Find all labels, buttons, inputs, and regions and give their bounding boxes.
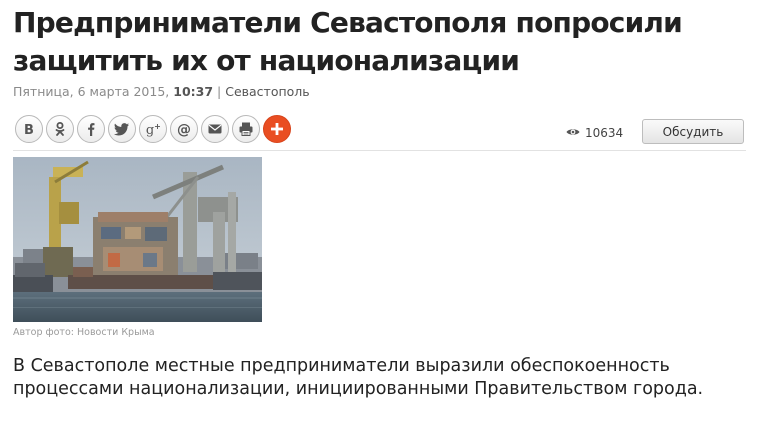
odnoklassniki-icon	[52, 121, 68, 137]
google-plus-icon: g +	[144, 121, 162, 137]
article-location[interactable]: Севастополь	[225, 84, 309, 99]
article-title: Предприниматели Севастополя попросили за…	[13, 6, 683, 77]
plus-icon	[269, 121, 285, 137]
share-more-button[interactable]	[263, 115, 291, 143]
share-odnoklassniki-button[interactable]	[46, 115, 74, 143]
svg-text:+: +	[154, 122, 161, 131]
eye-icon	[566, 126, 580, 140]
view-count: 10634	[585, 126, 624, 140]
view-counter: 10634	[566, 126, 623, 140]
facebook-icon	[83, 121, 99, 137]
share-facebook-button[interactable]	[77, 115, 105, 143]
printer-icon	[238, 121, 254, 137]
share-vk-button[interactable]: B	[15, 115, 43, 143]
svg-text:@: @	[177, 122, 191, 137]
photo-credit: Автор фото: Новости Крыма	[13, 327, 155, 338]
article-lead: В Севастополе местные предприниматели вы…	[13, 356, 704, 399]
envelope-icon	[207, 121, 223, 137]
article-time: 10:37	[173, 84, 214, 99]
article-meta: Пятница, 6 марта 2015, 10:37 | Севастопо…	[13, 84, 310, 99]
share-google-plus-button[interactable]: g +	[139, 115, 167, 143]
article-date: Пятница, 6 марта 2015,	[13, 84, 174, 99]
divider	[13, 150, 746, 151]
share-mail-ru-button[interactable]: @	[170, 115, 198, 143]
share-email-button[interactable]	[201, 115, 229, 143]
twitter-icon	[114, 121, 130, 137]
share-bar: B g + @	[15, 115, 291, 145]
share-twitter-button[interactable]	[108, 115, 136, 143]
discuss-button[interactable]: Обсудить	[642, 119, 744, 144]
share-print-button[interactable]	[232, 115, 260, 143]
vk-icon: B	[21, 121, 37, 137]
svg-text:g: g	[146, 123, 154, 137]
at-icon: @	[176, 121, 192, 137]
meta-separator: |	[213, 84, 226, 99]
article-photo[interactable]	[13, 157, 262, 322]
svg-text:B: B	[24, 123, 34, 137]
